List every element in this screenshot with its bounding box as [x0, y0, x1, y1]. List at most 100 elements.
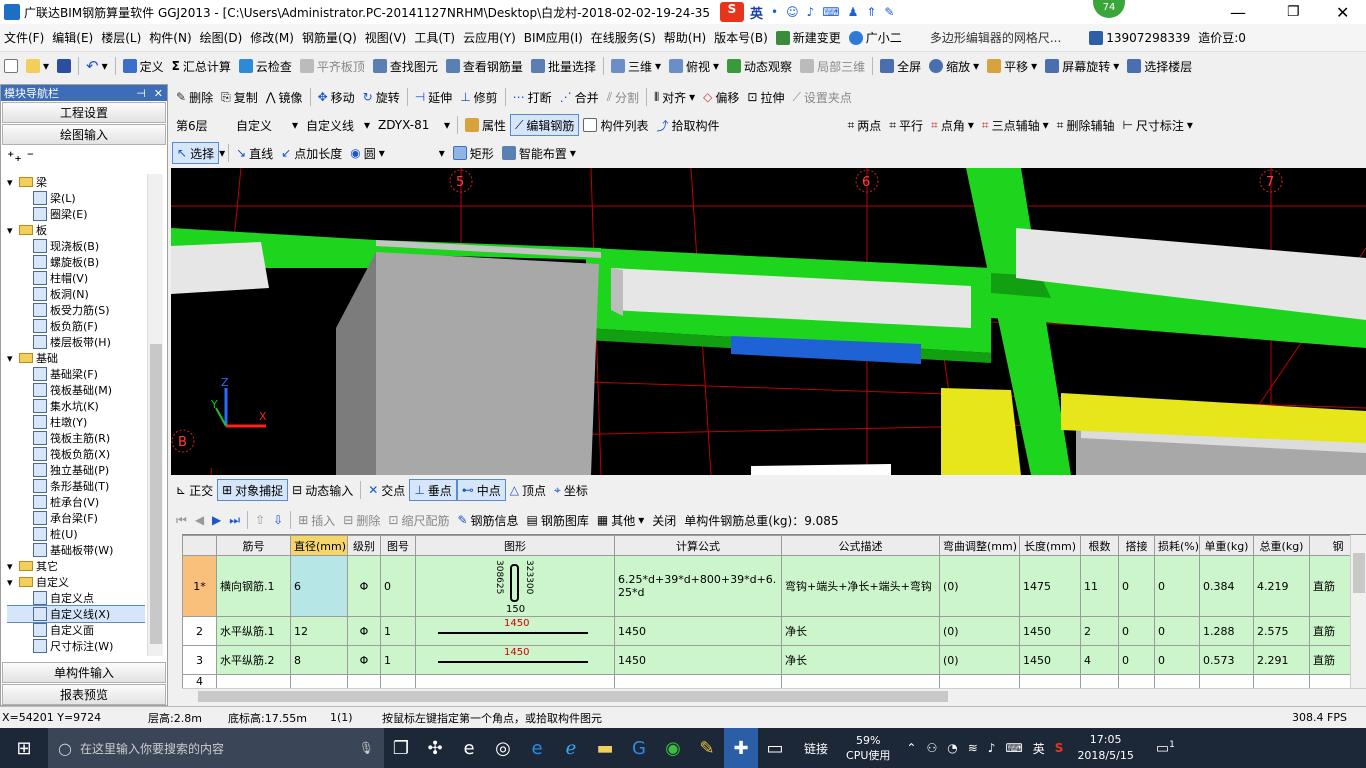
- tree-item[interactable]: 桩(U): [7, 526, 145, 542]
- cell-loss[interactable]: 0: [1154, 645, 1200, 675]
- ime-indicator[interactable]: 英: [750, 3, 763, 22]
- tree-item[interactable]: 螺旋板(B): [7, 254, 145, 270]
- tree-item[interactable]: ▾ 板: [7, 222, 145, 238]
- minimize-button[interactable]: —: [1230, 3, 1246, 22]
- col-loss[interactable]: 损耗(%): [1154, 535, 1200, 556]
- tray-network-icon[interactable]: ◔: [947, 741, 957, 755]
- delete-axis-button[interactable]: ⌗ 删除辅轴: [1053, 114, 1119, 136]
- tree-scroll-thumb[interactable]: [150, 344, 162, 644]
- cell-desc[interactable]: 弯钩+端头+净长+端头+弯钩: [781, 555, 940, 617]
- white-beam-left[interactable]: [171, 242, 269, 294]
- tray-ime[interactable]: 英: [1033, 740, 1045, 757]
- menu-file[interactable]: 文件(F): [0, 27, 48, 49]
- menu-online[interactable]: 在线服务(S): [587, 27, 660, 49]
- ggj-app-icon[interactable]: ✚: [724, 728, 758, 768]
- move-button[interactable]: ✥ 移动: [314, 86, 359, 108]
- break-button[interactable]: ⋯ 打断: [509, 86, 556, 108]
- tree-toggle-icon[interactable]: ▾: [7, 224, 19, 237]
- maximize-button[interactable]: ❐: [1287, 4, 1300, 20]
- other-button[interactable]: ▦ 其他 ▾: [593, 509, 648, 531]
- table-row[interactable]: 2 水平纵筋.1 12 Φ 1 1450 1450 净长 (0) 1450 2 …: [182, 616, 1366, 646]
- subtype-select[interactable]: 自定义线 ▾: [302, 114, 374, 136]
- select-floor-button[interactable]: 选择楼层: [1123, 55, 1196, 77]
- zoom-button[interactable]: 缩放 ▾: [925, 55, 983, 77]
- rebar-info-button[interactable]: ✎ 钢筋信息: [453, 509, 522, 531]
- type-select[interactable]: 自定义 ▾: [232, 114, 302, 136]
- tree-item[interactable]: 集水坑(K): [7, 398, 145, 414]
- taskbar-link[interactable]: 链接: [804, 740, 828, 757]
- col-total-weight[interactable]: 总重(kg): [1253, 535, 1310, 556]
- properties-button[interactable]: 属性: [461, 114, 510, 136]
- cell-shape[interactable]: 1450: [415, 616, 615, 646]
- report-preview-button[interactable]: 报表预览: [2, 684, 166, 705]
- sogou-icon[interactable]: S: [720, 2, 744, 22]
- cloud-check-button[interactable]: 云检查: [235, 55, 296, 77]
- arc-select[interactable]: ▾: [389, 142, 449, 164]
- chrome-icon[interactable]: ◎: [486, 728, 520, 768]
- clock[interactable]: 17:05 2018/5/15: [1077, 732, 1133, 764]
- parallel-axis-button[interactable]: ⌗ 平行: [885, 114, 927, 136]
- col-shape[interactable]: 图形: [415, 535, 615, 556]
- row-num[interactable]: 1*: [182, 555, 217, 617]
- circle-button[interactable]: ◉ 圆 ▾: [346, 142, 389, 164]
- merge-button[interactable]: ⋰ 合并: [556, 86, 603, 108]
- fan-app-icon[interactable]: ✣: [418, 728, 452, 768]
- component-list-button[interactable]: 构件列表: [579, 114, 652, 136]
- 3d-view-button[interactable]: 三维 ▾: [607, 55, 665, 77]
- tray-wifi-icon[interactable]: ≋: [968, 741, 978, 755]
- cell-fig-no[interactable]: 1: [380, 645, 416, 675]
- smart-layout-button[interactable]: 智能布置 ▾: [498, 142, 580, 164]
- close-grid-button[interactable]: 关闭: [648, 509, 680, 531]
- price-beans[interactable]: 造价豆:0: [1194, 27, 1250, 49]
- cell-diameter[interactable]: 8: [290, 645, 348, 675]
- local-3d-button[interactable]: 局部三维: [796, 55, 869, 77]
- col-count[interactable]: 根数: [1080, 535, 1119, 556]
- single-component-input-button[interactable]: 单构件输入: [2, 662, 166, 683]
- cell-lap[interactable]: 0: [1118, 645, 1155, 675]
- menu-modify[interactable]: 修改(M): [246, 27, 298, 49]
- cell-grade[interactable]: Φ: [347, 645, 381, 675]
- project-settings-button[interactable]: 工程设置: [2, 102, 166, 123]
- prev-record-button[interactable]: ◀: [191, 509, 208, 531]
- menu-version[interactable]: 版本号(B): [710, 27, 772, 49]
- menu-floor[interactable]: 楼层(L): [97, 27, 145, 49]
- tree-item[interactable]: 筏板基础(M): [7, 382, 145, 398]
- tray-keyboard-icon[interactable]: ⌨: [1005, 741, 1022, 755]
- cell-bend[interactable]: (0): [939, 645, 1020, 675]
- cell-loss[interactable]: 0: [1154, 555, 1200, 617]
- cell-bar-no[interactable]: 水平纵筋.2: [216, 645, 291, 675]
- tree-item[interactable]: 筏板主筋(R): [7, 430, 145, 446]
- expand-all-icon[interactable]: ⁺₊: [7, 149, 22, 165]
- next-record-button[interactable]: ▶: [208, 509, 225, 531]
- col-diameter[interactable]: 直径(mm): [290, 535, 348, 556]
- account[interactable]: 13907298339: [1085, 27, 1194, 49]
- cell-grade[interactable]: Φ: [347, 616, 381, 646]
- cell-count[interactable]: 2: [1080, 616, 1119, 646]
- cell-unit-weight[interactable]: 0.384: [1199, 555, 1254, 617]
- menu-tools[interactable]: 工具(T): [410, 27, 459, 49]
- floor-select[interactable]: 第6层: [172, 114, 232, 136]
- tree-item[interactable]: 板洞(N): [7, 286, 145, 302]
- cell-length[interactable]: 1475: [1019, 555, 1081, 617]
- task-view-icon[interactable]: ❐: [384, 728, 418, 768]
- cell-formula[interactable]: 1450: [614, 645, 782, 675]
- trim-button[interactable]: ⊥ 修剪: [456, 86, 501, 108]
- table-vscroll-thumb[interactable]: [1353, 553, 1365, 593]
- tree-item[interactable]: 尺寸标注(W): [7, 638, 145, 654]
- tree-toggle-icon[interactable]: ▾: [7, 352, 19, 365]
- dynamic-input-toggle[interactable]: ⊟ 动态输入: [288, 479, 357, 501]
- green-app-icon[interactable]: ◉: [656, 728, 690, 768]
- table-vscroll[interactable]: [1350, 535, 1366, 688]
- rebar-library-button[interactable]: ▤ 钢筋图库: [523, 509, 593, 531]
- row-num[interactable]: 2: [182, 616, 217, 646]
- close-button[interactable]: ✕: [1336, 3, 1349, 22]
- col-unit-weight[interactable]: 单重(kg): [1199, 535, 1254, 556]
- define-button[interactable]: 定义: [119, 55, 168, 77]
- offset-button[interactable]: ◇ 偏移: [699, 86, 743, 108]
- point-length-button[interactable]: ↙ 点加长度: [277, 142, 346, 164]
- viewport-canvas[interactable]: 5 6 7 B Z Y X: [171, 168, 1366, 475]
- tray-sogou-icon[interactable]: S: [1055, 741, 1064, 755]
- glodon-icon[interactable]: G: [622, 728, 656, 768]
- table-row[interactable]: 1* 横向钢筋.1 6 Φ 0 308625 323300 150 6.25*d…: [182, 555, 1366, 617]
- tree-item[interactable]: ▾ 自定义: [7, 574, 145, 590]
